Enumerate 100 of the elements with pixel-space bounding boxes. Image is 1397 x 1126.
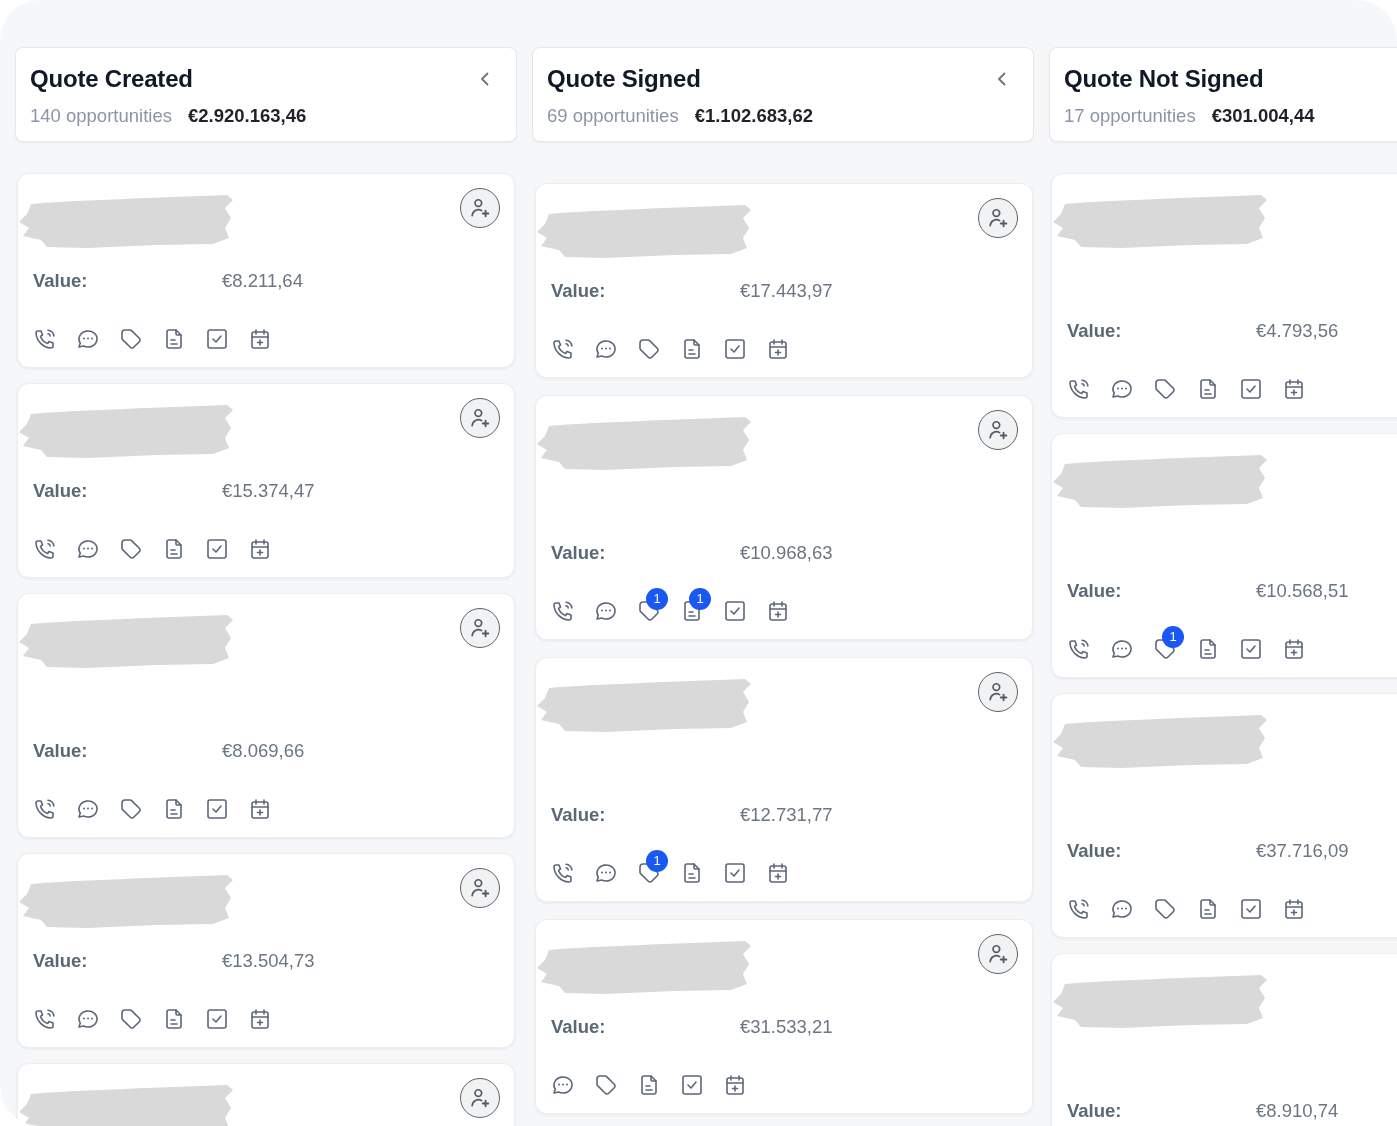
assign-user-button[interactable]: [460, 398, 500, 438]
calendar-plus-icon[interactable]: [766, 599, 790, 623]
deal-card[interactable]: Value: €13.504,73: [17, 853, 515, 1048]
checkbox-icon[interactable]: [723, 599, 747, 623]
collapse-button[interactable]: [480, 71, 489, 86]
column-total: €1.102.683,62: [694, 104, 813, 128]
person-plus-icon: [988, 208, 1008, 228]
chat-bubble-icon[interactable]: [1110, 377, 1134, 401]
phone-icon[interactable]: [33, 537, 57, 561]
deal-value: €8.211,64: [222, 269, 303, 293]
deal-card[interactable]: Value: €4.793,56: [1051, 173, 1397, 418]
value-label: Value:: [551, 541, 607, 565]
phone-icon[interactable]: [551, 337, 575, 361]
assign-user-button[interactable]: [460, 188, 500, 228]
chevron-left-icon: [480, 71, 489, 86]
opportunity-count: 140 opportunities: [30, 104, 172, 128]
chat-bubble-icon[interactable]: [1110, 897, 1134, 921]
deal-value: €13.504,73: [222, 949, 315, 973]
chat-bubble-icon[interactable]: [76, 537, 100, 561]
person-plus-icon: [470, 618, 490, 638]
checkbox-icon[interactable]: [680, 1073, 704, 1097]
tag-icon[interactable]: [637, 337, 661, 361]
person-plus-icon: [988, 682, 1008, 702]
assign-user-button[interactable]: [978, 410, 1018, 450]
calendar-plus-icon[interactable]: [248, 537, 272, 561]
tag-icon[interactable]: [1153, 377, 1177, 401]
phone-icon[interactable]: [33, 797, 57, 821]
chat-bubble-icon[interactable]: [594, 337, 618, 361]
tag-icon[interactable]: [594, 1073, 618, 1097]
deal-card[interactable]: Value: €31.533,21: [535, 919, 1033, 1114]
calendar-plus-icon[interactable]: [723, 1073, 747, 1097]
assign-user-button[interactable]: [978, 198, 1018, 238]
phone-icon[interactable]: [33, 1007, 57, 1031]
tag-icon[interactable]: [119, 797, 143, 821]
chat-bubble-icon[interactable]: [76, 327, 100, 351]
deal-card[interactable]: Value: €37.716,09: [1051, 693, 1397, 938]
person-plus-icon: [470, 408, 490, 428]
calendar-plus-icon[interactable]: [766, 861, 790, 885]
deal-value: €37.716,09: [1256, 839, 1349, 863]
assign-user-button[interactable]: [460, 868, 500, 908]
chevron-left-icon: [997, 71, 1006, 86]
calendar-plus-icon[interactable]: [248, 797, 272, 821]
deal-card[interactable]: Value: €10.968,63 1 1: [535, 395, 1033, 640]
tag-icon[interactable]: [119, 1007, 143, 1031]
checkbox-icon[interactable]: [205, 327, 229, 351]
checkbox-icon[interactable]: [1239, 637, 1263, 661]
deal-card[interactable]: Value: €17.443,97: [535, 183, 1033, 378]
value-label: Value:: [1067, 579, 1123, 603]
deal-card[interactable]: Value: €10.568,51 1: [1051, 433, 1397, 678]
tag-icon[interactable]: [1153, 897, 1177, 921]
deal-value: €10.568,51: [1256, 579, 1349, 603]
calendar-plus-icon[interactable]: [1282, 637, 1306, 661]
assign-user-button[interactable]: [460, 608, 500, 648]
column-title: Quote Created: [30, 64, 193, 93]
chat-bubble-icon[interactable]: [1110, 637, 1134, 661]
deal-card[interactable]: Value: €8.211,64: [17, 173, 515, 368]
column-total: €2.920.163,46: [187, 104, 307, 128]
person-plus-icon: [470, 198, 490, 218]
deal-value: €17.443,97: [740, 279, 833, 303]
deal-value: €10.968,63: [740, 541, 833, 565]
chat-bubble-icon[interactable]: [594, 861, 618, 885]
deal-card[interactable]: Value: €8.910,74: [1051, 953, 1397, 1126]
assign-user-button[interactable]: [978, 672, 1018, 712]
deal-card[interactable]: Value: €8.069,66: [17, 593, 515, 838]
assign-user-button[interactable]: [460, 1078, 500, 1118]
calendar-plus-icon[interactable]: [248, 1007, 272, 1031]
assign-user-button[interactable]: [978, 934, 1018, 974]
deal-card[interactable]: Value: €12.731,77 1: [535, 657, 1033, 902]
checkbox-icon[interactable]: [1239, 377, 1263, 401]
calendar-plus-icon[interactable]: [766, 337, 790, 361]
tag-icon[interactable]: [119, 327, 143, 351]
opportunity-count: 17 opportunities: [1064, 104, 1196, 128]
count-badge: 1: [646, 850, 668, 872]
phone-icon[interactable]: [551, 599, 575, 623]
phone-icon[interactable]: [33, 327, 57, 351]
phone-icon[interactable]: [551, 861, 575, 885]
phone-icon[interactable]: [1067, 897, 1091, 921]
count-badge: 1: [1162, 626, 1184, 648]
calendar-plus-icon[interactable]: [1282, 377, 1306, 401]
chat-bubble-icon[interactable]: [594, 599, 618, 623]
calendar-plus-icon[interactable]: [1282, 897, 1306, 921]
checkbox-icon[interactable]: [205, 537, 229, 561]
collapse-button[interactable]: [997, 71, 1006, 86]
checkbox-icon[interactable]: [723, 337, 747, 361]
chat-bubble-icon[interactable]: [76, 797, 100, 821]
deal-card[interactable]: Value: €15.374,47: [17, 383, 515, 578]
tag-icon[interactable]: [119, 537, 143, 561]
deal-value: €31.533,21: [740, 1015, 833, 1039]
chat-bubble-icon[interactable]: [76, 1007, 100, 1031]
phone-icon[interactable]: [1067, 637, 1091, 661]
calendar-plus-icon[interactable]: [248, 327, 272, 351]
checkbox-icon[interactable]: [723, 861, 747, 885]
checkbox-icon[interactable]: [205, 1007, 229, 1031]
value-label: Value:: [1067, 839, 1123, 863]
value-label: Value:: [551, 1015, 607, 1039]
chat-bubble-icon[interactable]: [551, 1073, 575, 1097]
checkbox-icon[interactable]: [205, 797, 229, 821]
phone-icon[interactable]: [1067, 377, 1091, 401]
checkbox-icon[interactable]: [1239, 897, 1263, 921]
person-plus-icon: [988, 420, 1008, 440]
